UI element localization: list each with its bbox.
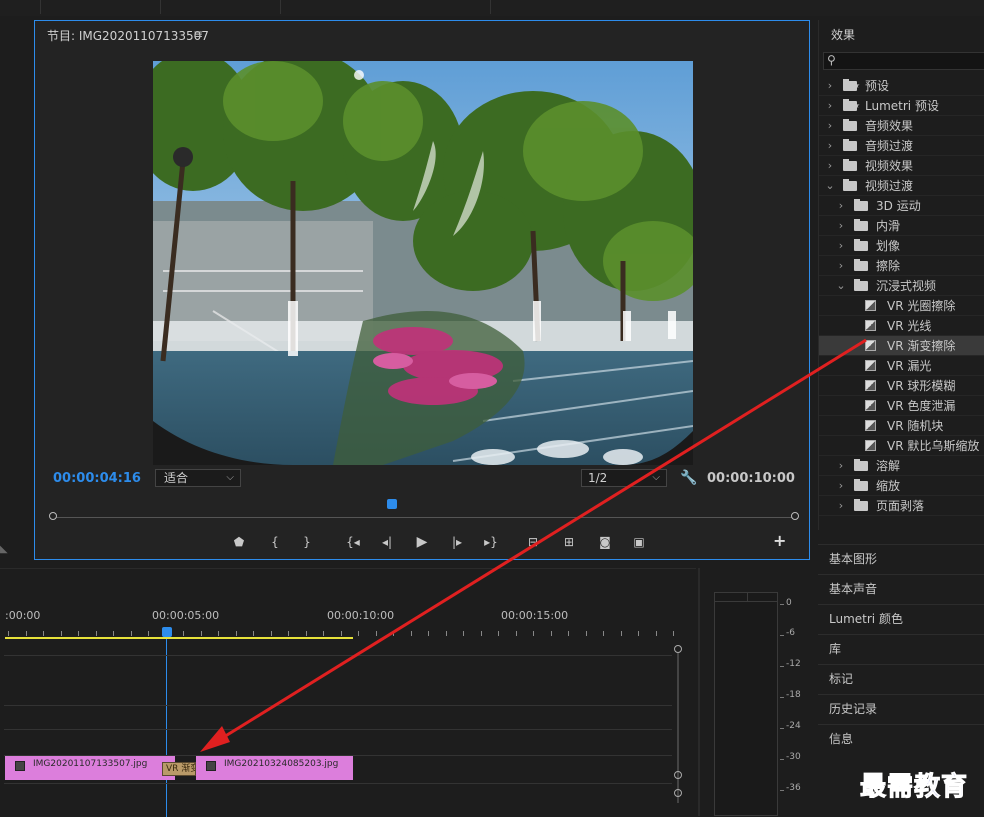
watermark-logo: 最需教育 bbox=[859, 772, 969, 803]
annotation-arrow bbox=[200, 338, 867, 752]
